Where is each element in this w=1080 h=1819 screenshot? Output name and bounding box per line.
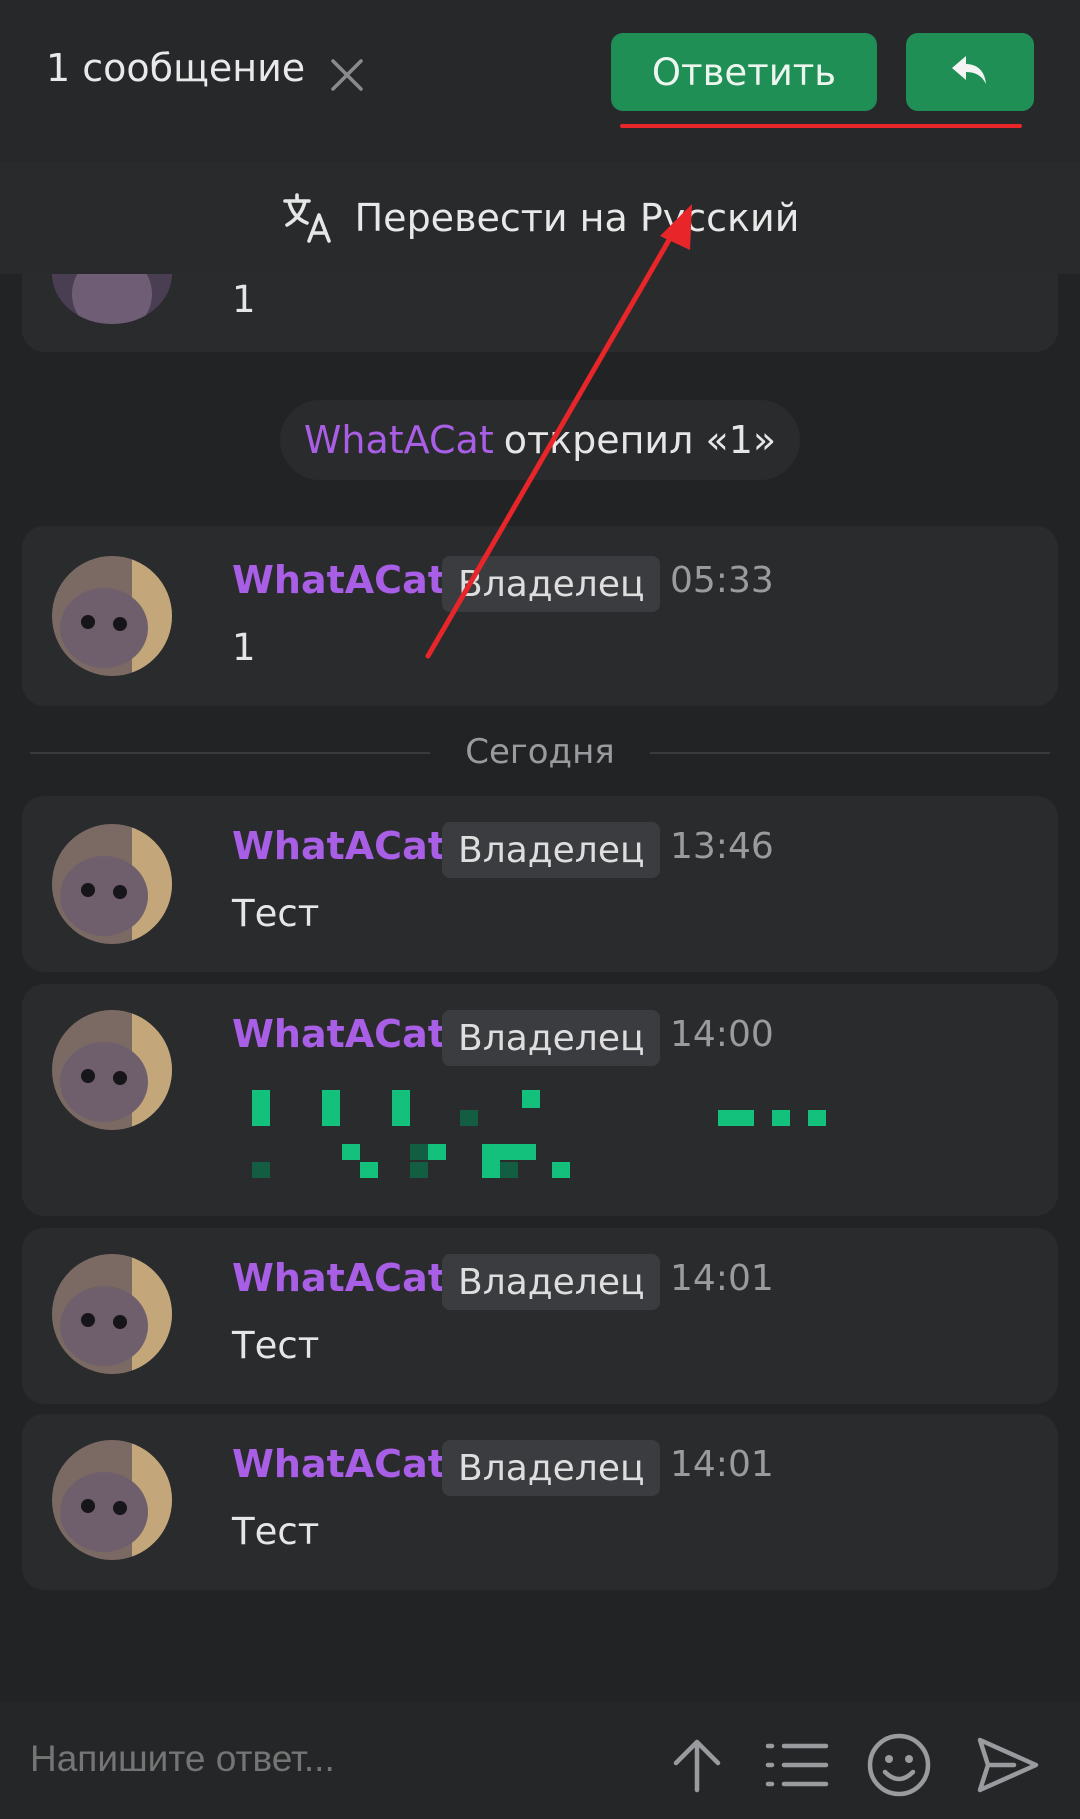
censored-content bbox=[232, 1084, 892, 1194]
system-event: WhatACat открепил «1» bbox=[280, 400, 800, 480]
role-badge: Владелец bbox=[442, 1010, 661, 1066]
reply-button-label: Ответить bbox=[651, 50, 837, 94]
message-card[interactable]: WhatACat Владелец 14:00 bbox=[22, 984, 1058, 1216]
avatar[interactable] bbox=[52, 1254, 172, 1374]
message-text: 1 bbox=[232, 626, 256, 669]
role-badge: Владелец bbox=[442, 1254, 661, 1310]
role-badge: Владелец bbox=[442, 1440, 661, 1496]
system-event-actor[interactable]: WhatACat bbox=[304, 418, 494, 462]
message-time: 13:46 bbox=[670, 826, 774, 867]
reply-arrow-icon bbox=[952, 56, 986, 84]
message-card-partial[interactable]: 1 bbox=[22, 274, 1058, 352]
selection-toolbar: 1 сообщение Ответить bbox=[0, 0, 1080, 162]
message-card[interactable]: WhatACat Владелец 14:01 Тест bbox=[22, 1228, 1058, 1404]
author-name[interactable]: WhatACat bbox=[232, 1012, 446, 1056]
message-card[interactable]: WhatACat Владелец 14:01 Тест bbox=[22, 1414, 1058, 1590]
annotation-underline bbox=[620, 124, 1022, 128]
translate-icon bbox=[282, 193, 331, 243]
message-time: 05:33 bbox=[670, 560, 774, 601]
message-time: 14:01 bbox=[670, 1444, 774, 1485]
date-label: Сегодня bbox=[465, 732, 615, 772]
translate-bar[interactable]: Перевести на Русский bbox=[0, 162, 1080, 274]
message-composer bbox=[0, 1702, 1080, 1819]
message-time: 14:00 bbox=[670, 1014, 774, 1055]
author-name[interactable]: WhatACat bbox=[232, 824, 446, 868]
avatar[interactable] bbox=[52, 556, 172, 676]
message-text: Тест bbox=[232, 892, 320, 935]
author-name[interactable]: WhatACat bbox=[232, 1256, 446, 1300]
avatar[interactable] bbox=[52, 1010, 172, 1130]
avatar[interactable] bbox=[52, 824, 172, 944]
list-icon[interactable] bbox=[764, 1732, 830, 1798]
close-icon[interactable] bbox=[328, 56, 366, 94]
emoji-icon[interactable] bbox=[866, 1732, 932, 1798]
selection-count: 1 сообщение bbox=[46, 46, 306, 90]
role-badge: Владелец bbox=[442, 556, 661, 612]
reply-input[interactable] bbox=[30, 1738, 630, 1780]
avatar[interactable] bbox=[52, 1440, 172, 1560]
message-card[interactable]: WhatACat Владелец 05:33 1 bbox=[22, 526, 1058, 706]
quick-reply-button[interactable] bbox=[906, 33, 1034, 111]
message-time: 14:01 bbox=[670, 1258, 774, 1299]
system-event-action: открепил «1» bbox=[503, 418, 777, 462]
send-icon[interactable] bbox=[974, 1732, 1040, 1798]
reply-button[interactable]: Ответить bbox=[611, 33, 877, 111]
translate-label: Перевести на Русский bbox=[354, 196, 800, 240]
author-name[interactable]: WhatACat bbox=[232, 558, 446, 602]
author-name[interactable]: WhatACat bbox=[232, 1442, 446, 1486]
message-text: Тест bbox=[232, 1510, 320, 1553]
message-text: Тест bbox=[232, 1324, 320, 1367]
arrow-up-icon[interactable] bbox=[664, 1732, 730, 1798]
message-text: 1 bbox=[232, 278, 256, 321]
role-badge: Владелец bbox=[442, 822, 661, 878]
message-card[interactable]: WhatACat Владелец 13:46 Тест bbox=[22, 796, 1058, 972]
date-separator: Сегодня bbox=[0, 728, 1080, 776]
